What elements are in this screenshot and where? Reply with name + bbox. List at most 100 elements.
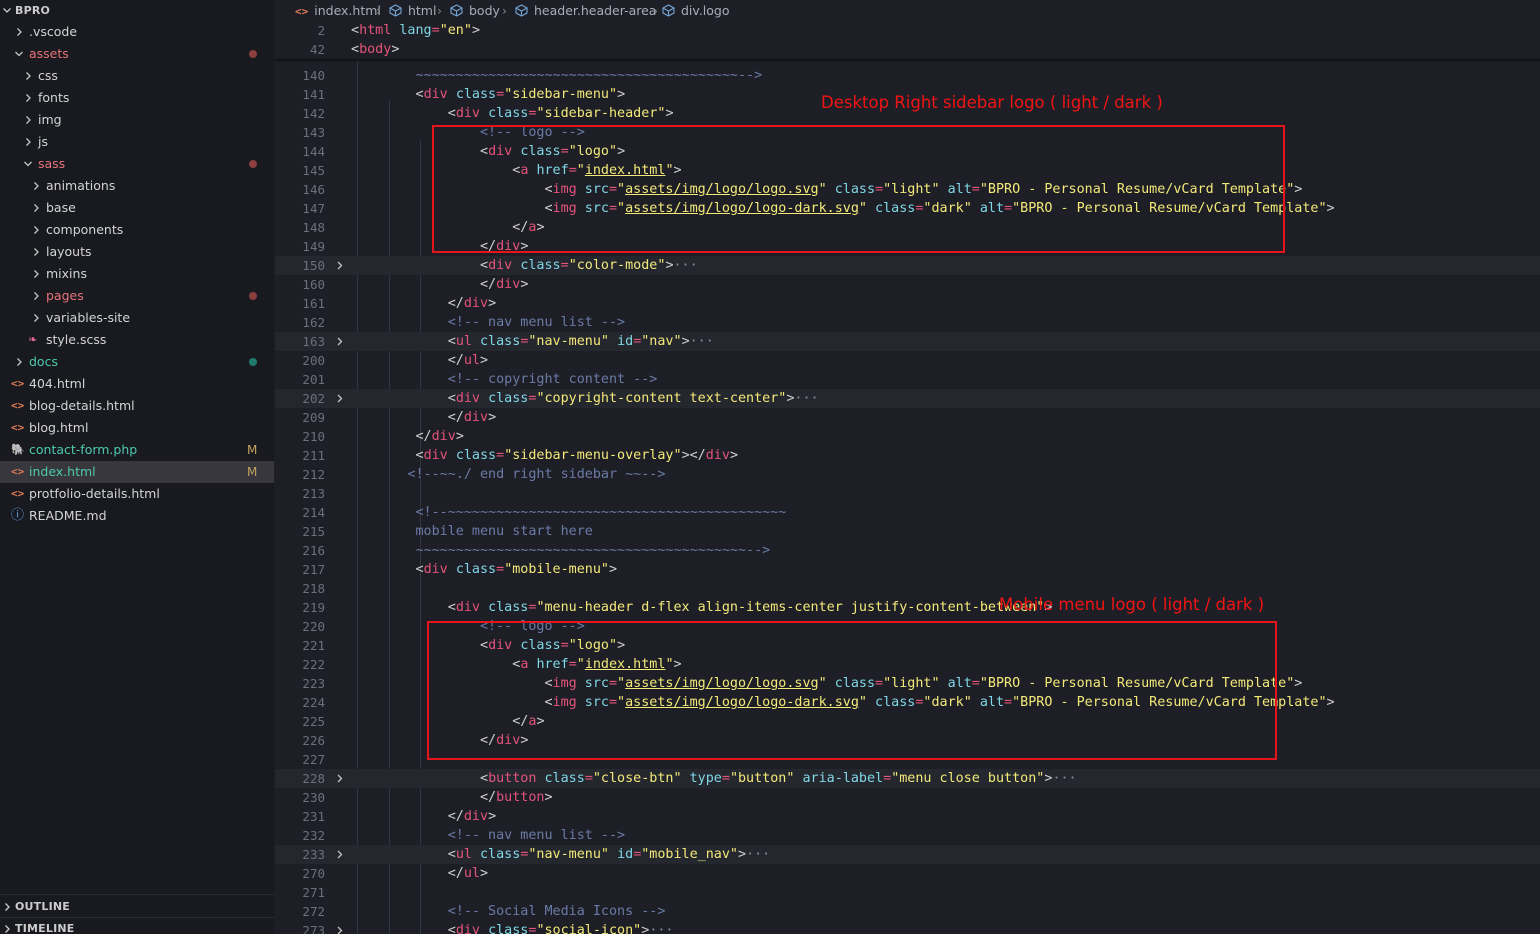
folder-item[interactable]: fonts bbox=[0, 87, 274, 109]
code-line[interactable]: 273 <div class="social-icon">··· bbox=[275, 921, 1540, 934]
outline-section-header[interactable]: OUTLINE bbox=[0, 896, 274, 918]
code-token: div bbox=[423, 448, 448, 463]
code-line[interactable]: 230 </button> bbox=[275, 788, 1540, 807]
code-line[interactable]: 211 <div class="sidebar-menu-overlay"></… bbox=[275, 446, 1540, 465]
sticky-code-line[interactable]: 2 <html lang="en"> bbox=[275, 21, 1540, 40]
fold-chevron-icon[interactable] bbox=[333, 845, 345, 864]
fold-chevron-icon[interactable] bbox=[333, 256, 345, 275]
tree-item-label: js bbox=[38, 134, 48, 149]
breadcrumb: <> index.html › html body header.header-… bbox=[275, 0, 1540, 21]
code-line[interactable]: 218 bbox=[275, 579, 1540, 598]
code-line[interactable]: 219 <div class="menu-header d-flex align… bbox=[275, 598, 1540, 617]
folder-item[interactable]: docs bbox=[0, 351, 274, 373]
code-line[interactable]: 217 <div class="mobile-menu"> bbox=[275, 560, 1540, 579]
code-token: ··· bbox=[794, 391, 819, 406]
line-number: 222 bbox=[302, 657, 325, 672]
file-item[interactable]: ❧ style.scss bbox=[0, 329, 274, 351]
explorer-project-header[interactable]: BPRO bbox=[0, 0, 274, 22]
folder-item[interactable]: components bbox=[0, 219, 274, 241]
code-line[interactable]: 228 <button class="close-btn" type="butt… bbox=[275, 769, 1540, 788]
code-token: ul bbox=[463, 866, 480, 881]
explorer-panel: BPRO .vscode assets css fonts img js sass anima… bbox=[0, 0, 274, 934]
sticky-code-line[interactable]: 42 <body> bbox=[275, 40, 1540, 59]
code-token: > bbox=[544, 790, 553, 805]
code-line[interactable]: 216 ~~~~~~~~~~~~~~~~~~~~~~~~~~~~~~~~~~~~… bbox=[275, 541, 1540, 560]
code-line[interactable]: 212 <!--~~./ end right sidebar ~~--> bbox=[275, 465, 1540, 484]
breadcrumb-item-file[interactable]: <> index.html bbox=[295, 0, 381, 22]
breadcrumb-item-div-logo[interactable]: div.logo bbox=[662, 0, 730, 21]
folder-item[interactable]: pages bbox=[0, 285, 274, 307]
code-token: "close-btn" bbox=[592, 771, 682, 786]
folder-item[interactable]: variables-site bbox=[0, 307, 274, 329]
git-status-dot bbox=[249, 50, 257, 58]
code-token: div bbox=[463, 410, 489, 425]
sass-file-icon: ❧ bbox=[28, 333, 38, 346]
file-item[interactable]: <> protfolio-details.html bbox=[0, 483, 274, 505]
code-line[interactable]: 140 ~~~~~~~~~~~~~~~~~~~~~~~~~~~~~~~~~~~~… bbox=[275, 66, 1540, 85]
code-line[interactable]: 233 <ul class="nav-menu" id="mobile_nav"… bbox=[275, 845, 1540, 864]
chevron-down-icon bbox=[13, 43, 25, 65]
folder-item[interactable]: css bbox=[0, 65, 274, 87]
code-line[interactable]: 162 <!-- nav menu list --> bbox=[275, 313, 1540, 332]
file-item[interactable]: <> blog-details.html bbox=[0, 395, 274, 417]
code-token: class bbox=[488, 600, 529, 615]
folder-item[interactable]: sass bbox=[0, 153, 274, 175]
breadcrumb-item-html[interactable]: html bbox=[389, 0, 436, 21]
code-line[interactable]: 160 </div> bbox=[275, 275, 1540, 294]
code-line[interactable]: 271 bbox=[275, 883, 1540, 902]
code-text: <!--~~./ end right sidebar ~~--> bbox=[351, 465, 665, 484]
code-editor[interactable]: 140 ~~~~~~~~~~~~~~~~~~~~~~~~~~~~~~~~~~~~… bbox=[275, 0, 1540, 934]
code-line[interactable]: 210 </div> bbox=[275, 427, 1540, 446]
folder-item[interactable]: base bbox=[0, 197, 274, 219]
code-line[interactable]: 215 mobile menu start here bbox=[275, 522, 1540, 541]
code-line[interactable]: 272 <!-- Social Media Icons --> bbox=[275, 902, 1540, 921]
folder-item[interactable]: animations bbox=[0, 175, 274, 197]
code-line[interactable]: 214 <!--~~~~~~~~~~~~~~~~~~~~~~~~~~~~~~~~… bbox=[275, 503, 1540, 522]
file-item[interactable]: <> blog.html bbox=[0, 417, 274, 439]
fold-chevron-icon[interactable] bbox=[333, 332, 345, 351]
code-line[interactable]: 213 bbox=[275, 484, 1540, 503]
code-line[interactable]: 150 <div class="color-mode">··· bbox=[275, 256, 1540, 275]
breadcrumb-item-header[interactable]: header.header-area bbox=[515, 0, 656, 21]
code-token: ··· bbox=[649, 923, 674, 934]
timeline-section-header[interactable]: TIMELINE bbox=[0, 918, 274, 934]
code-token: "mobile_nav" bbox=[641, 847, 738, 862]
code-line[interactable]: 231 </div> bbox=[275, 807, 1540, 826]
file-item[interactable]: <> 404.html bbox=[0, 373, 274, 395]
code-token: "sidebar-header" bbox=[536, 106, 666, 121]
fold-chevron-icon[interactable] bbox=[333, 389, 345, 408]
code-line[interactable]: 232 <!-- nav menu list --> bbox=[275, 826, 1540, 845]
code-token: html bbox=[359, 23, 392, 38]
breadcrumb-separator-icon: › bbox=[502, 3, 507, 18]
code-line[interactable]: 202 <div class="copyright-content text-c… bbox=[275, 389, 1540, 408]
code-token: "copyright-content text-center" bbox=[536, 391, 787, 406]
folder-item[interactable]: assets bbox=[0, 43, 274, 65]
folder-item[interactable]: .vscode bbox=[0, 21, 274, 43]
code-line[interactable]: 200 </ul> bbox=[275, 351, 1540, 370]
fold-chevron-icon[interactable] bbox=[333, 769, 345, 788]
code-token: body bbox=[359, 42, 392, 57]
folder-item[interactable]: mixins bbox=[0, 263, 274, 285]
fold-chevron-icon[interactable] bbox=[333, 921, 345, 934]
folder-item[interactable]: img bbox=[0, 109, 274, 131]
file-item[interactable]: 🐘 contact-form.php M bbox=[0, 439, 274, 461]
line-number: 148 bbox=[302, 220, 325, 235]
code-line[interactable]: 163 <ul class="nav-menu" id="nav">··· bbox=[275, 332, 1540, 351]
code-line[interactable]: 209 </div> bbox=[275, 408, 1540, 427]
folder-item[interactable]: js bbox=[0, 131, 274, 153]
line-number: 140 bbox=[302, 68, 325, 83]
line-number: 161 bbox=[302, 296, 325, 311]
code-line[interactable]: 161 </div> bbox=[275, 294, 1540, 313]
folder-item[interactable]: layouts bbox=[0, 241, 274, 263]
file-item[interactable]: <> index.html M bbox=[0, 461, 274, 483]
line-number: 217 bbox=[302, 562, 325, 577]
file-item[interactable]: ⓘ README.md bbox=[0, 505, 274, 527]
line-number: 227 bbox=[302, 752, 325, 767]
breadcrumb-item-body[interactable]: body bbox=[450, 0, 500, 21]
code-line[interactable]: 270 </ul> bbox=[275, 864, 1540, 883]
code-line[interactable]: 201 <!-- copyright content --> bbox=[275, 370, 1540, 389]
